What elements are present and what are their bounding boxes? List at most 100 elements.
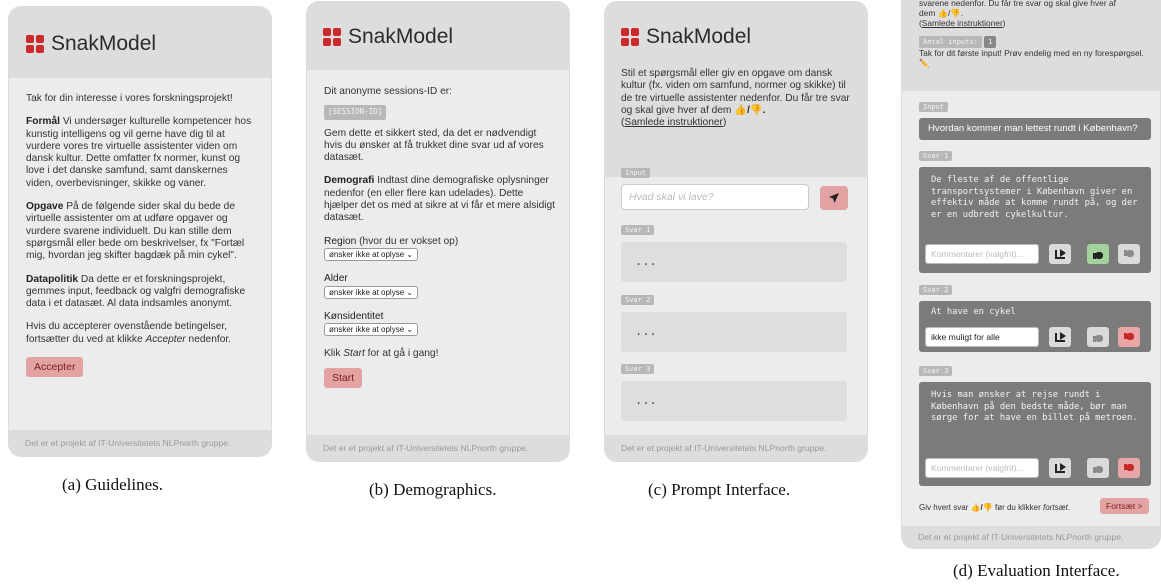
share-icon [1054,249,1066,259]
footer: Det er et projekt af IT-Universitetets N… [605,435,867,461]
logo-icon [621,28,639,46]
chevron-down-icon: ⌄ [406,325,414,335]
answer-2-pending: ... [621,312,847,352]
answer-3-thumbs-up-button[interactable] [1087,458,1109,478]
guidelines-panel: SnakModel Tak for din interesse i vores … [9,7,271,456]
brand-name: SnakModel [348,25,454,48]
accept-word: Accepter [145,333,186,345]
answer-3-text: Hvis man ønsker at rejse rundt i Københa… [919,382,1151,452]
answer-2-share-button[interactable] [1049,327,1071,347]
region-label: Region [324,235,357,247]
vote-symbol: 👍/👎. [734,104,766,116]
count-value: 1 [984,36,997,48]
age-select[interactable]: ønsker ikke at oplyse ⌄ [324,285,419,299]
start-word: Start [343,348,365,360]
intro-text: Tak for din interesse i vores forsknings… [26,93,233,104]
logo-icon [26,35,44,53]
guidelines-link-row: (Samlede instruktioner) [919,18,1006,28]
top-line-1: svarene nedenfor. Du får tre svar og ska… [919,0,1116,8]
region-field: Region (hvor du er vokset op) ønsker ikk… [324,236,556,262]
comment-placeholder: Kommentarer (valgfrit)... [931,463,1024,473]
prompt-panel: SnakModel Stil et spørgsmål eller giv en… [605,2,867,461]
task-paragraph: Opgave På de følgende sider skal du bede… [26,201,256,262]
brand-name: SnakModel [646,25,752,48]
gender-field: Kønsidentitet ønsker ikke at oplyse ⌄ [324,311,556,337]
brand-name: SnakModel [51,32,157,55]
answer-1-thumbs-up-button[interactable] [1087,244,1109,264]
answer-1-pending: ... [621,242,847,282]
age-value: ønsker ikke at oplyse [329,287,405,297]
policy-paragraph: Datapolitik Da dette er et forskningspro… [26,274,256,311]
header: svarene nedenfor. Du får tre svar og ska… [902,0,1160,91]
continue-button[interactable]: Fortsæt > [1100,498,1149,514]
region-value: ønsker ikke at oplyse [329,249,405,259]
thumbs-up-icon [1093,464,1103,473]
answer-1-text: De fleste af de offentlige transportsyst… [919,167,1151,237]
answer-3-thumbs-down-button[interactable] [1118,458,1140,478]
save-text: Gem dette et sikkert sted, da det er nød… [324,127,544,164]
brand-logo: SnakModel [323,25,453,49]
brand-logo: SnakModel [621,25,751,49]
caption-a: (a) Guidelines. [62,475,164,494]
answer-1-tag: Svar 1 [621,225,655,235]
answer-1-tag: Svar 1 [919,151,953,161]
answer-3-pending: ... [621,381,847,421]
answer-3-share-button[interactable] [1049,458,1071,478]
answer-3-tag: Svar 3 [621,364,655,374]
answer-1-thumbs-down-button[interactable] [1118,244,1140,264]
guidelines-link[interactable]: Samlede instruktioner [922,18,1003,28]
caption-b: (b) Demographics. [369,480,497,499]
policy-label: Datapolitik [26,273,79,285]
region-hint: (hvor du er vokset op) [359,235,459,247]
chevron-down-icon: ⌄ [406,287,414,297]
prompt-input[interactable]: Hvad skal vi lave? [621,184,809,210]
gender-label: Kønsidentitet [324,310,384,322]
count-row: Antal inputs: 1 [919,36,1151,48]
pending-dots: ... [635,393,657,407]
answer-2-comment[interactable]: ikke muligt for alle [925,327,1039,347]
guidelines-link[interactable]: Samlede instruktioner [624,117,723,128]
answer-3-card: Hvis man ønsker at rejse rundt i Københa… [919,382,1151,486]
gender-select[interactable]: ønsker ikke at oplyse ⌄ [324,323,419,337]
send-button[interactable] [820,186,848,210]
bottom-prefix: Giv hvert svar [919,503,969,512]
answer-1-comment[interactable]: Kommentarer (valgfrit)... [925,244,1039,264]
age-label: Alder [324,273,348,285]
caption-d: (d) Evaluation Interface. [953,561,1120,580]
demographics-label: Demografi [324,175,375,187]
demographics-paragraph: Demografi Indtast dine demografiske oply… [324,175,556,224]
accept-button[interactable]: Accepter [26,357,84,378]
comment-placeholder: Kommentarer (valgfrit)... [931,249,1024,259]
demographics-panel: SnakModel Dit anonyme sessions-ID er: [S… [307,2,569,461]
answer-2-tag: Svar 2 [919,285,953,295]
gender-value: ønsker ikke at oplyse [329,325,405,335]
start-suffix: for at gå i gang! [367,348,439,360]
purpose-label: Formål [26,116,60,128]
pending-dots: ... [635,324,657,338]
thumbs-down-icon [1124,463,1134,473]
region-select[interactable]: ønsker ikke at oplyse ⌄ [324,247,419,261]
send-icon [829,193,839,203]
footer: Det er et projekt af IT-Universitetets N… [9,430,271,456]
answer-3-tag: Svar 3 [919,366,953,376]
demographics-body: Dit anonyme sessions-ID er: [SESSION-ID]… [324,86,556,389]
answer-2-thumbs-up-button[interactable] [1087,327,1109,347]
answer-2-tag: Svar 2 [621,295,655,305]
answer-1-share-button[interactable] [1049,244,1071,264]
thumbs-down-icon [1124,249,1134,259]
evaluation-panel: svarene nedenfor. Du får tre svar og ska… [902,0,1160,548]
thanks-text: Tak for dit første input! Prøv endelig m… [919,48,1144,68]
bottom-mid: før du klikker [994,503,1041,512]
start-button[interactable]: Start [324,367,363,389]
bottom-word: fortsæt [1043,503,1068,512]
count-label: Antal inputs: [919,36,982,48]
thumbs-down-icon [1124,332,1134,342]
start-prefix: Klik [324,348,341,360]
chevron-down-icon: ⌄ [406,249,414,259]
accept-suffix: nedenfor. [188,333,232,345]
footer: Det er et projekt af IT-Universitetets N… [902,526,1160,548]
answer-3-comment[interactable]: Kommentarer (valgfrit)... [925,458,1039,478]
age-field: Alder ønsker ikke at oplyse ⌄ [324,273,556,299]
answer-2-card: At have en cykel ikke muligt for alle [919,301,1151,352]
answer-2-thumbs-down-button[interactable] [1118,327,1140,347]
